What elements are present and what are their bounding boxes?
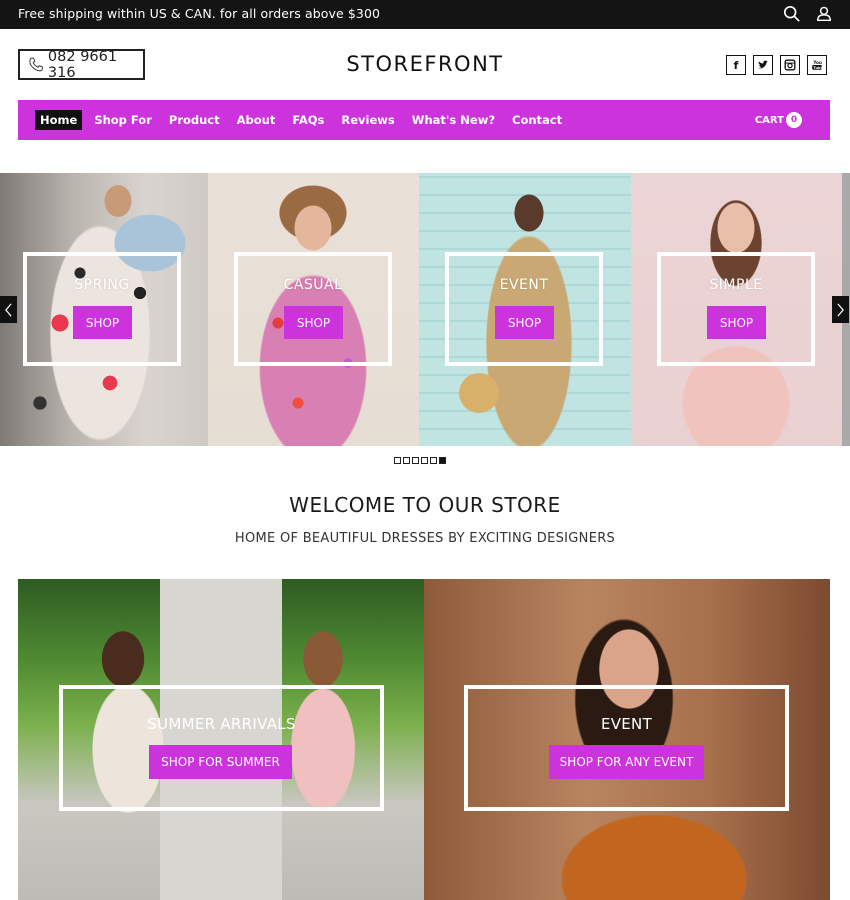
promo-title: SUMMER ARRIVALS <box>147 715 296 733</box>
chevron-left-icon <box>5 302 12 317</box>
svg-text:You: You <box>812 60 822 65</box>
welcome-heading: WELCOME TO OUR STORE <box>289 493 561 517</box>
slider-dot[interactable] <box>412 457 419 464</box>
nav-item-about[interactable]: About <box>232 110 281 130</box>
nav-item-faqs[interactable]: FAQs <box>287 110 329 130</box>
promo-frame: SUMMER ARRIVALS SHOP FOR SUMMER <box>59 685 384 811</box>
slider-prev-button[interactable] <box>0 296 17 323</box>
promo-tile-event: EVENT SHOP FOR ANY EVENT <box>424 579 830 900</box>
slide-event: EVENT SHOP <box>419 173 631 446</box>
slide-shop-button[interactable]: SHOP <box>707 306 766 339</box>
chevron-right-icon <box>837 302 844 317</box>
top-announcement-bar: Free shipping within US & CAN. for all o… <box>0 0 850 29</box>
slide-title: SIMPLE <box>709 277 763 293</box>
nav-item-home[interactable]: Home <box>35 110 83 130</box>
slide-frame: CASUAL SHOP <box>234 252 392 366</box>
slide-shop-button[interactable]: SHOP <box>495 306 554 339</box>
search-icon[interactable] <box>783 5 801 23</box>
slider-dot[interactable] <box>403 457 410 464</box>
slider-dot[interactable] <box>394 457 401 464</box>
slider-dot[interactable] <box>430 457 437 464</box>
slide-frame: SPRING SHOP <box>23 252 181 366</box>
main-navigation: Home Shop For Product About FAQs Reviews… <box>18 100 830 140</box>
brand-logo[interactable]: STOREFRONT <box>0 52 850 76</box>
promo-title: EVENT <box>600 715 653 733</box>
nav-item-whats-new[interactable]: What's New? <box>407 110 500 130</box>
youtube-icon[interactable]: You Tube <box>807 55 827 75</box>
slide-shop-button[interactable]: SHOP <box>284 306 343 339</box>
hero-slider: SPRING SHOP CASUAL SHOP EVENT SHOP SIMPL… <box>0 173 850 446</box>
svg-text:Tube: Tube <box>813 66 823 70</box>
social-links: f You Tube <box>726 55 827 75</box>
free-shipping-text: Free shipping within US & CAN. for all o… <box>18 6 381 21</box>
instagram-icon[interactable] <box>780 55 800 75</box>
slide-frame: SIMPLE SHOP <box>657 252 815 366</box>
twitter-icon[interactable] <box>753 55 773 75</box>
slide-title: CASUAL <box>283 277 343 293</box>
cart-label: CART <box>754 114 784 126</box>
slider-dot[interactable] <box>421 457 428 464</box>
cart-button[interactable]: CART 0 <box>755 112 802 128</box>
nav-item-shop-for[interactable]: Shop For <box>89 110 157 130</box>
nav-item-product[interactable]: Product <box>164 110 225 130</box>
slide-spring: SPRING SHOP <box>0 173 208 446</box>
slide-simple: SIMPLE SHOP <box>631 173 842 446</box>
shop-for-any-event-button[interactable]: SHOP FOR ANY EVENT <box>549 745 704 779</box>
user-icon[interactable] <box>815 5 833 23</box>
slider-next-button[interactable] <box>832 296 849 323</box>
slide-title: SPRING <box>74 277 130 293</box>
promo-tile-summer: SUMMER ARRIVALS SHOP FOR SUMMER <box>18 579 424 900</box>
slide-title: EVENT <box>499 277 549 293</box>
promo-frame: EVENT SHOP FOR ANY EVENT <box>464 685 789 811</box>
slide-shop-button[interactable]: SHOP <box>73 306 132 339</box>
shop-for-summer-button[interactable]: SHOP FOR SUMMER <box>149 745 292 779</box>
slider-dot[interactable] <box>439 457 446 464</box>
nav-item-contact[interactable]: Contact <box>507 110 567 130</box>
slider-pagination <box>394 457 446 464</box>
welcome-subtitle: HOME OF BEAUTIFUL DRESSES BY EXCITING DE… <box>234 531 616 546</box>
facebook-icon[interactable]: f <box>726 55 746 75</box>
slide-frame: EVENT SHOP <box>445 252 603 366</box>
slide-casual: CASUAL SHOP <box>208 173 419 446</box>
nav-item-reviews[interactable]: Reviews <box>336 110 399 130</box>
cart-count-badge: 0 <box>786 112 802 128</box>
